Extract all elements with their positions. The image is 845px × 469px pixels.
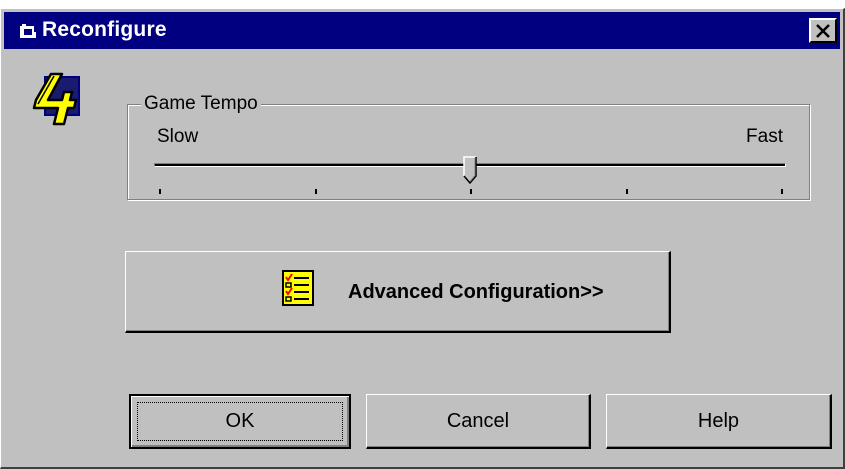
window-title: Reconfigure — [42, 18, 167, 41]
checklist-icon — [282, 270, 314, 306]
close-button[interactable] — [809, 18, 837, 43]
slider-tick — [625, 189, 628, 194]
cancel-label: Cancel — [446, 409, 510, 432]
app-small-icon — [20, 24, 36, 38]
title-bar[interactable]: Reconfigure — [4, 12, 840, 49]
cancel-button[interactable]: Cancel — [366, 394, 591, 449]
advanced-configuration-button[interactable]: Advanced Configuration>> — [125, 251, 671, 333]
reconfigure-dialog: Reconfigure Game Tempo Slow Fast Advance… — [0, 8, 845, 469]
game-4-icon — [26, 70, 83, 127]
fast-label: Fast — [746, 126, 783, 147]
slider-tick — [159, 189, 161, 194]
help-label: Help — [697, 409, 740, 432]
game-tempo-label: Game Tempo — [141, 93, 261, 115]
slider-tick — [470, 189, 472, 194]
slider-tick — [781, 189, 783, 194]
advanced-configuration-label: Advanced Configuration>> — [348, 281, 604, 303]
slow-label: Slow — [157, 126, 199, 147]
slider-tick — [314, 189, 317, 194]
focus-rectangle — [137, 402, 343, 441]
tempo-slider-thumb[interactable] — [463, 156, 477, 184]
ok-button[interactable]: OK — [129, 394, 351, 449]
close-icon — [816, 23, 830, 38]
game-tempo-group — [127, 104, 810, 200]
help-button[interactable]: Help — [606, 394, 832, 449]
